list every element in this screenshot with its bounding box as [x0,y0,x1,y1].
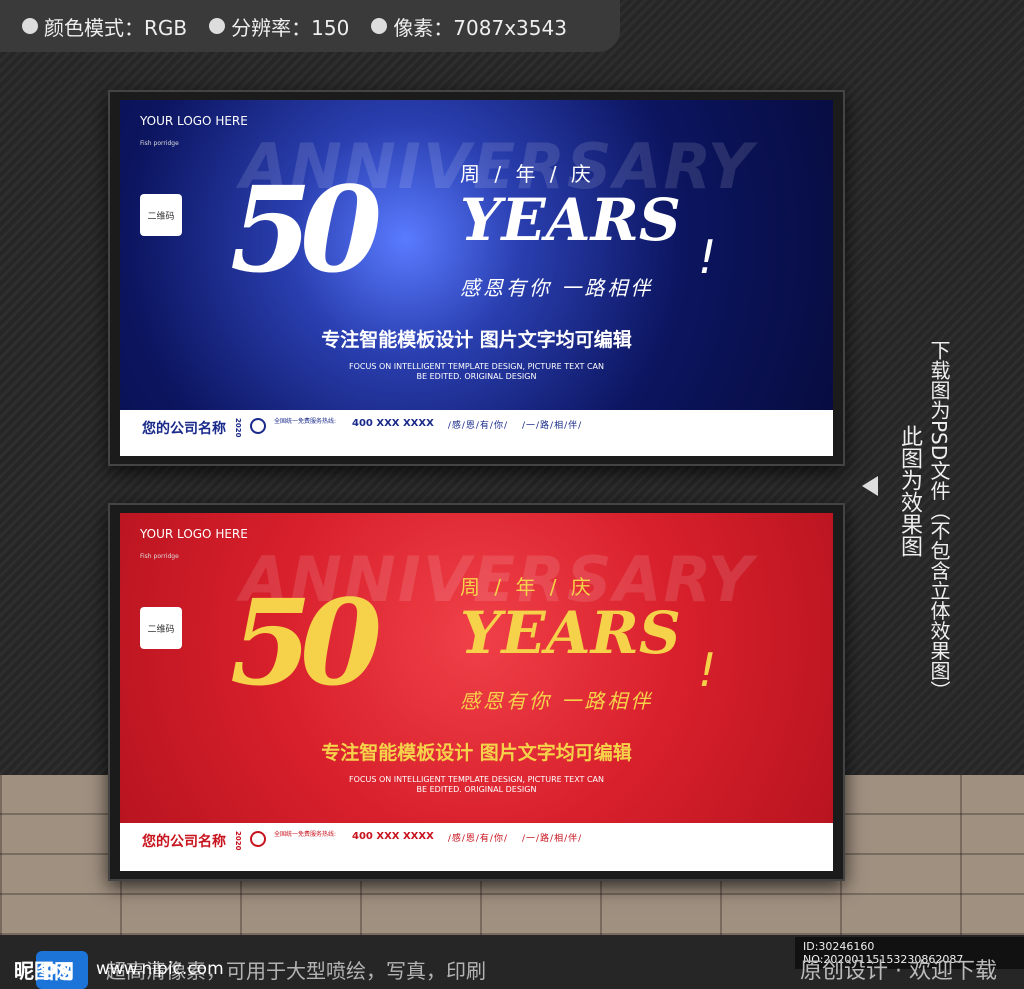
banner-footer: 您的公司名称 2020 全国统一免费服务热线: 400 XXX XXXX /感/… [120,410,833,456]
bullet-icon [371,18,388,34]
bullet-icon [209,18,226,34]
color-mode: 颜色模式：RGB [44,15,188,40]
hotline-icon [250,418,266,434]
banner-art: YOUR LOGO HERE Fish porridge 二维码 ANNIVER… [120,100,833,410]
small-text: Fish porridge [140,140,179,147]
words-1: /感/恩/有/你/ [447,421,508,431]
psd-note: 下载图为PSD文件（不包含立体效果图） [927,340,951,701]
board-red: YOUR LOGO HERE Fish porridge 二维码 ANNIVER… [108,503,845,881]
company-name: 您的公司名称 [142,421,226,437]
years-text: YEARS [460,599,681,667]
words-2: /一/路/相/伴/ [521,421,583,431]
pixels: 像素：7087x3543 [393,15,567,40]
thanks-text: 感恩有你 一路相伴 [460,276,654,300]
en-line: BE EDITED. ORIGINAL DESIGN [416,372,537,381]
year: 2020 [234,831,242,851]
thanks-text: 感恩有你 一路相伴 [460,689,654,713]
bullet-icon [22,18,38,34]
english-slogan: FOCUS ON INTELLIGENT TEMPLATE DESIGN, PI… [120,775,833,795]
qr-placeholder: 二维码 [140,607,182,649]
banner-footer: 您的公司名称 2020 全国统一免费服务热线: 400 XXX XXXX /感/… [120,823,833,871]
pointer-triangle-icon [862,476,878,496]
fifty-number: 50 [230,160,382,299]
hotline-label: 全国统一免费服务热线: [274,831,337,838]
logo-text: YOUR LOGO HERE [140,114,248,128]
small-text: Fish porridge [140,553,179,560]
info-bar: 颜色模式：RGB 分辨率：150 像素：7087x3543 [0,0,620,52]
slogan: 专注智能模板设计 图片文字均可编辑 [321,742,632,764]
en-line: FOCUS ON INTELLIGENT TEMPLATE DESIGN, PI… [349,775,604,784]
phone-number: 400 XXX XXXX [352,831,434,842]
english-slogan: FOCUS ON INTELLIGENT TEMPLATE DESIGN, PI… [120,362,833,382]
words-2: /一/路/相/伴/ [521,834,583,844]
anniversary-title: 周 / 年 / 庆 [460,575,595,599]
exclamation: ! [698,643,717,697]
resolution: 分辨率：150 [231,15,350,40]
en-line: BE EDITED. ORIGINAL DESIGN [416,785,537,794]
years-text: YEARS [460,186,681,254]
exclamation: ! [698,230,717,284]
banner-art: YOUR LOGO HERE Fish porridge 二维码 ANNIVER… [120,513,833,823]
words-1: /感/恩/有/你/ [447,834,508,844]
company-name: 您的公司名称 [142,834,226,850]
site-logo: 昵图网 [14,959,74,983]
hotline-icon [250,831,266,847]
year: 2020 [234,418,242,438]
original-design-text: 原创设计 · 欢迎下载 [800,959,997,984]
logo-text: YOUR LOGO HERE [140,527,248,541]
anniversary-title: 周 / 年 / 庆 [460,162,595,186]
slogan: 专注智能模板设计 图片文字均可编辑 [321,329,632,351]
board-blue: YOUR LOGO HERE Fish porridge 二维码 ANNIVER… [108,90,845,466]
effect-note: 此图为效果图 [897,425,922,557]
fifty-number: 50 [230,573,382,712]
bottom-bar: PS 超高清像素，可用于大型喷绘，写真，印刷 昵图网 www.nipic.com… [0,935,1024,989]
site-url[interactable]: www.nipic.com [96,959,224,979]
hotline-label: 全国统一免费服务热线: [274,418,337,425]
en-line: FOCUS ON INTELLIGENT TEMPLATE DESIGN, PI… [349,362,604,371]
qr-placeholder: 二维码 [140,194,182,236]
phone-number: 400 XXX XXXX [352,418,434,429]
